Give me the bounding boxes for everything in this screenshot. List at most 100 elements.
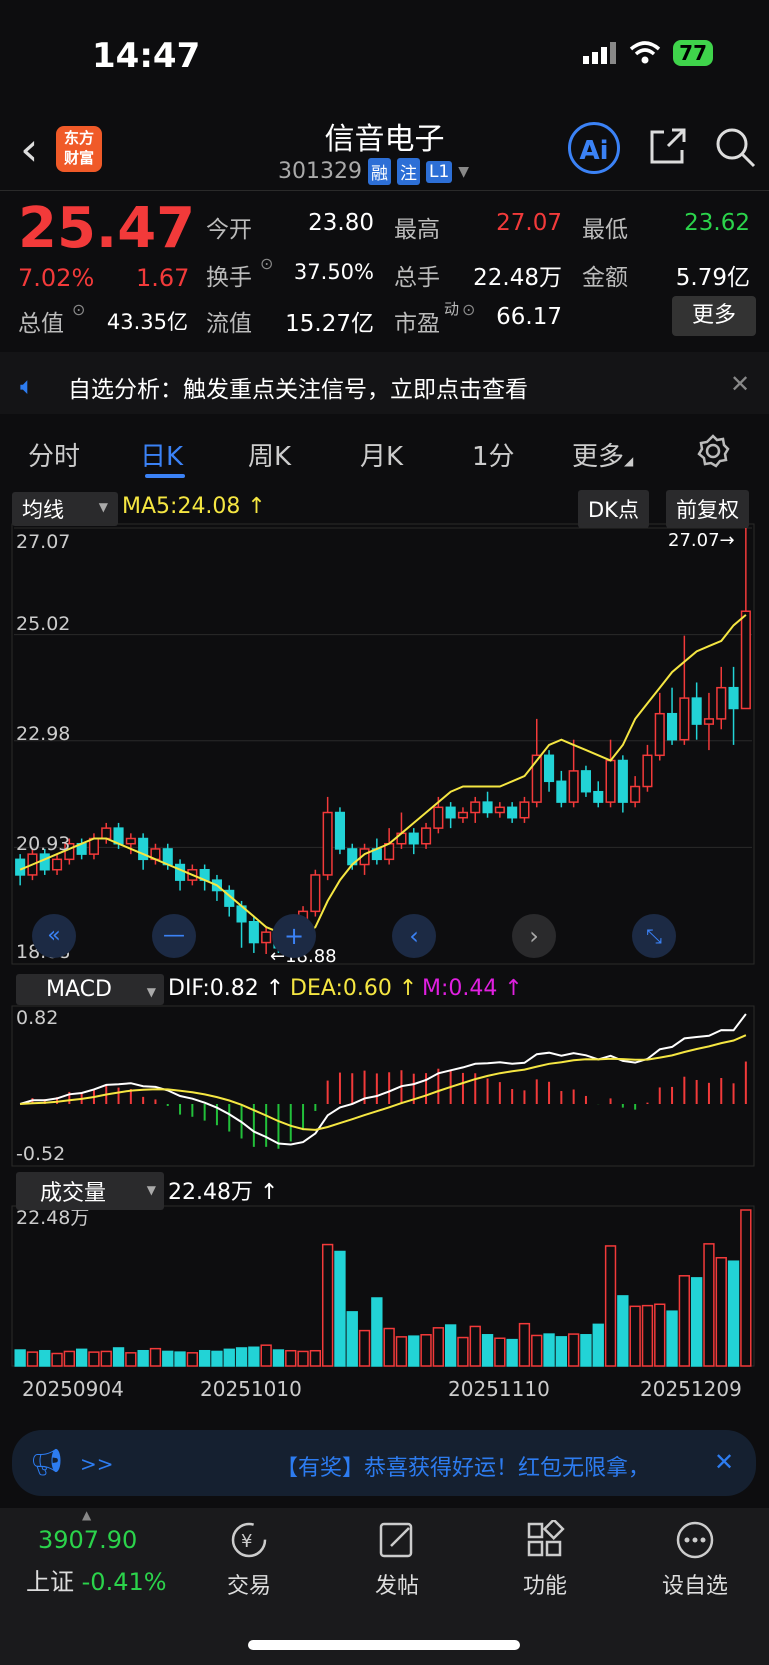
candle-body xyxy=(531,754,542,803)
volume-bar xyxy=(543,1333,555,1367)
volume-bar xyxy=(211,1350,223,1367)
volume-bar xyxy=(408,1335,420,1367)
home-indicator[interactable] xyxy=(248,1640,520,1650)
candle-body xyxy=(494,806,505,814)
candle-body xyxy=(248,921,259,944)
nav-functions[interactable]: 功能 xyxy=(490,1518,600,1600)
volume-bar xyxy=(678,1275,691,1367)
volume-bar xyxy=(690,1277,703,1367)
volume-bar xyxy=(186,1352,199,1367)
macd-label: MACD xyxy=(46,977,112,1002)
volume-bar xyxy=(383,1327,395,1367)
index-row[interactable]: 上证 -0.41% xyxy=(26,1562,167,1597)
candle-body xyxy=(334,811,346,850)
ticker-arrow: >> xyxy=(80,1452,114,1476)
volume-y-top: 22.48万 xyxy=(16,1207,89,1229)
candle-body xyxy=(556,780,567,803)
volume-bar xyxy=(371,1297,383,1367)
nav-add-watchlist-label: 设自选 xyxy=(661,1574,728,1599)
nav-add-watchlist[interactable]: 设自选 xyxy=(640,1520,750,1600)
volume-bar xyxy=(309,1349,322,1367)
dif-line xyxy=(19,1013,747,1146)
fast-back-button[interactable]: « xyxy=(32,914,76,958)
next-button[interactable]: › xyxy=(512,914,556,958)
macd-bars xyxy=(31,1061,747,1149)
candle-body xyxy=(15,858,26,876)
volume-label: 成交量 xyxy=(40,1181,107,1206)
y-label: 22.98 xyxy=(16,723,70,745)
date-label: 20251010 xyxy=(200,1377,302,1401)
date-label: 20251209 xyxy=(640,1377,742,1401)
ma5-line xyxy=(19,614,747,939)
candle-body xyxy=(703,718,715,725)
prev-button[interactable]: ‹ xyxy=(392,914,436,958)
high-marker: 27.07→ xyxy=(668,530,735,551)
index-name: 上证 xyxy=(26,1568,74,1596)
macd-y-bottom: -0.52 xyxy=(16,1143,65,1165)
volume-bar xyxy=(285,1349,297,1367)
volume-bar xyxy=(63,1350,76,1367)
volume-bar xyxy=(604,1245,617,1367)
volume-bar xyxy=(198,1349,211,1367)
trade-icon: ¥ xyxy=(231,1522,267,1558)
candle-body xyxy=(642,754,653,788)
svg-text:¥: ¥ xyxy=(241,1531,252,1552)
macd-selector[interactable]: MACD ▼ xyxy=(16,974,164,1005)
m-text: M:0.44 xyxy=(422,976,498,1001)
volume-bar xyxy=(469,1325,481,1367)
candle-body xyxy=(470,801,481,814)
more-dots-icon xyxy=(676,1521,714,1559)
fullscreen-button[interactable]: ⤡ xyxy=(632,914,676,958)
volume-bar xyxy=(346,1311,358,1367)
volume-bar xyxy=(666,1310,678,1367)
candle-body xyxy=(482,801,493,814)
close-icon[interactable]: ✕ xyxy=(714,1448,734,1476)
megaphone-icon: 📢︎ xyxy=(30,1448,64,1478)
candle-body xyxy=(101,827,112,840)
candle-body xyxy=(445,806,456,819)
candle-body xyxy=(543,754,555,783)
dropdown-icon: ▼ xyxy=(146,1183,156,1197)
grid-icon xyxy=(527,1518,565,1557)
date-label: 20250904 xyxy=(22,1377,124,1401)
nav-functions-label: 功能 xyxy=(522,1574,567,1599)
nav-trade-label: 交易 xyxy=(226,1574,271,1599)
volume-bar xyxy=(162,1350,174,1367)
volume-bar xyxy=(125,1352,137,1367)
volume-bar xyxy=(26,1351,39,1367)
volume-bars xyxy=(14,1209,752,1367)
candle-body xyxy=(580,770,592,793)
candle-body xyxy=(617,759,628,803)
volume-bar xyxy=(592,1323,604,1367)
index-value[interactable]: 3907.90 xyxy=(38,1526,137,1554)
ticker-text[interactable]: 【有奖】恭喜获得好运！红包无限拿， xyxy=(276,1450,676,1482)
volume-bar xyxy=(518,1322,531,1367)
volume-bar xyxy=(481,1334,494,1367)
kline-grid xyxy=(11,523,755,965)
dea-text: DEA:0.60 xyxy=(290,976,392,1001)
volume-legend-text: 22.48万 xyxy=(168,1180,253,1205)
candle-body xyxy=(125,837,136,845)
candle-body xyxy=(593,790,604,803)
volume-bar xyxy=(617,1295,629,1367)
volume-selector[interactable]: 成交量 ▼ xyxy=(16,1172,164,1210)
volume-bar xyxy=(174,1351,186,1367)
zoom-out-button[interactable]: — xyxy=(152,914,196,958)
edit-icon xyxy=(379,1522,413,1558)
volume-bar xyxy=(444,1324,457,1367)
volume-bar xyxy=(149,1347,162,1367)
candle-body xyxy=(39,853,50,871)
zoom-in-button[interactable]: + xyxy=(272,914,316,958)
nav-post[interactable]: 发帖 xyxy=(342,1520,452,1600)
y-label: 25.02 xyxy=(16,613,70,635)
caret-up-icon: ▲ xyxy=(82,1508,92,1522)
candle-body xyxy=(433,806,444,829)
volume-bar xyxy=(260,1344,272,1367)
candle-body xyxy=(728,686,739,710)
volume-bar xyxy=(39,1349,51,1367)
volume-bar xyxy=(555,1336,568,1367)
date-label: 20251110 xyxy=(448,1377,550,1401)
volume-bar xyxy=(580,1334,592,1367)
nav-trade[interactable]: ¥ 交易 xyxy=(194,1520,304,1600)
candle-body xyxy=(666,712,678,741)
